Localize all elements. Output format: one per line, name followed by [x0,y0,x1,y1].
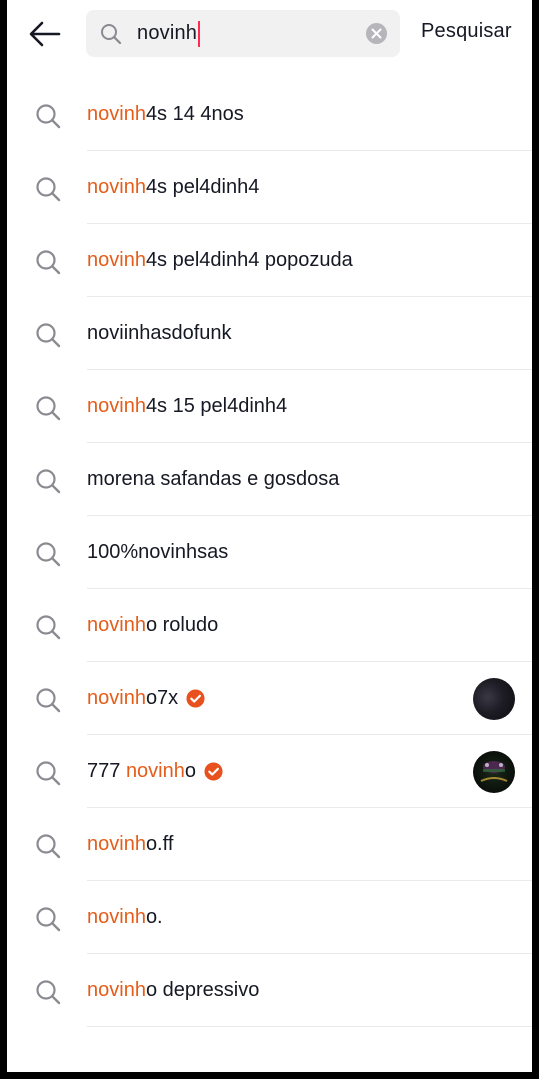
suggestion-rest: o.ff [145,833,174,855]
suggestion-text: novinh o roludo [87,589,218,662]
back-button[interactable] [25,14,65,54]
suggestion-item[interactable]: novinh o. [7,881,532,954]
search-icon [36,396,61,421]
search-input[interactable]: novinh [137,10,197,57]
text-caret [198,21,201,47]
search-bar[interactable]: novinh [86,10,400,57]
suggestion-text: novinh 4s pel4dinh4 popozuda [87,224,353,297]
search-screen: novinh Pesquisar novinh 4s 14 4nos novinh 4… [7,0,532,1072]
suggestion-rest: 4s 15 pel4dinh4 [145,395,288,417]
suggestion-item[interactable]: novinh 4s pel4dinh4 [7,151,532,224]
suggestion-match: novinh [87,395,146,417]
suggestion-item[interactable]: novinh 4s 14 4nos [7,78,532,151]
suggestion-item[interactable]: novinh 4s 15 pel4dinh4 [7,370,532,443]
suggestion-item[interactable]: 777 novinh o [7,735,532,808]
suggestion-match: novinh [87,833,146,855]
clear-icon [371,28,382,39]
search-icon [36,615,61,640]
suggestion-item[interactable]: noviinhasdofunk [7,297,532,370]
suggestion-item[interactable]: morena safandas e gosdosa [7,443,532,516]
avatar [473,751,515,793]
suggestion-match: novinh [87,687,146,709]
suggestion-text: novinh o depressivo [87,954,259,1027]
suggestion-text: novinh 4s 15 pel4dinh4 [87,370,287,443]
search-icon [36,323,61,348]
suggestion-item[interactable]: novinh 4s pel4dinh4 popozuda [7,224,532,297]
search-icon [36,104,61,129]
search-icon [101,24,122,45]
suggestion-rest: 4s pel4dinh4 [145,176,260,198]
suggestion-text: 100%novinhsas [87,516,228,589]
avatar [473,678,515,720]
search-icon [36,542,61,567]
suggestion-rest: o [184,760,196,782]
suggestion-match: novinh [87,176,146,198]
search-icon [36,907,61,932]
suggestion-rest: 4s pel4dinh4 popozuda [145,249,353,271]
suggestion-rest: noviinhasdofunk [87,322,232,344]
search-header: novinh Pesquisar [7,0,532,70]
verified-badge-icon [186,689,205,708]
arrow-left-icon [29,21,61,47]
search-icon [36,250,61,275]
search-icon [36,469,61,494]
suggestion-rest: o7x [145,687,179,709]
search-icon [36,177,61,202]
suggestion-rest: 100%novinhsas [87,541,229,563]
suggestion-rest: o depressivo [145,979,260,1001]
search-icon [36,761,61,786]
suggestion-text: novinh o. [87,881,163,954]
suggestion-text: novinh 4s 14 4nos [87,78,244,151]
suggestion-text: novinh o7x [87,662,205,735]
search-icon [36,980,61,1005]
suggestion-text: novinh 4s pel4dinh4 [87,151,259,224]
suggestion-text: 777 novinh o [87,735,223,808]
suggestion-item[interactable]: novinh o depressivo [7,954,532,1027]
suggestion-match: novinh [87,249,146,271]
suggestion-match: novinh [87,103,146,125]
clear-button[interactable] [366,23,387,44]
suggestion-match: novinh [87,979,146,1001]
suggestion-item[interactable]: novinh o roludo [7,589,532,662]
suggestion-match: novinh [87,906,146,928]
suggestion-rest: o roludo [145,614,219,636]
suggestion-item[interactable]: novinh o.ff [7,808,532,881]
search-icon [36,834,61,859]
suggestion-rest: morena safandas e gosdosa [87,468,340,490]
suggestion-match: novinh [125,760,185,782]
suggestion-prefix: 777 [87,760,126,782]
search-icon [36,688,61,713]
suggestion-text: noviinhasdofunk [87,297,232,370]
avatar-image [480,761,508,782]
verified-badge-icon [204,762,223,781]
suggestion-text: novinh o.ff [87,808,173,881]
suggestion-rest: o. [145,906,163,928]
suggestion-list: novinh 4s 14 4nos novinh 4s pel4dinh4 novinh… [7,78,532,1027]
search-submit-button[interactable]: Pesquisar [421,20,512,43]
suggestion-match: novinh [87,614,146,636]
divider [87,1026,532,1027]
suggestion-item[interactable]: novinh o7x [7,662,532,735]
suggestion-item[interactable]: 100%novinhsas [7,516,532,589]
suggestion-rest: 4s 14 4nos [145,103,244,125]
suggestion-text: morena safandas e gosdosa [87,443,339,516]
